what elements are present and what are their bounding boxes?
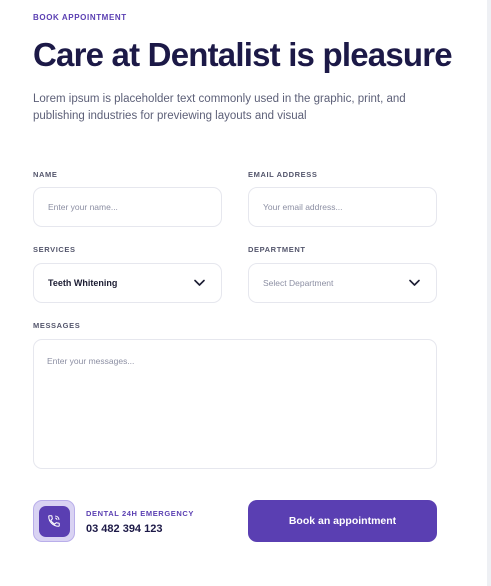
- section-eyebrow: BOOK APPOINTMENT: [33, 13, 127, 22]
- services-value: Teeth Whitening: [48, 278, 118, 288]
- name-label: NAME: [33, 170, 58, 179]
- department-label: DEPARTMENT: [248, 245, 306, 254]
- book-appointment-button[interactable]: Book an appointment: [248, 500, 437, 542]
- page-title: Care at Dentalist is pleasure: [33, 36, 453, 73]
- page-edge: [487, 0, 491, 586]
- name-input[interactable]: Enter your name...: [33, 187, 222, 227]
- chevron-down-icon: [409, 279, 420, 286]
- phone-icon: [48, 515, 60, 527]
- emergency-phone[interactable]: 03 482 394 123: [86, 523, 162, 535]
- department-value: Select Department: [263, 278, 334, 288]
- email-input[interactable]: Your email address...: [248, 187, 437, 227]
- services-select[interactable]: Teeth Whitening: [33, 263, 222, 303]
- email-label: EMAIL ADDRESS: [248, 170, 318, 179]
- emergency-label: DENTAL 24H EMERGENCY: [86, 509, 194, 518]
- page-description: Lorem ipsum is placeholder text commonly…: [33, 93, 406, 122]
- phone-icon-badge: [38, 505, 70, 537]
- email-placeholder: Your email address...: [263, 202, 343, 212]
- messages-textarea[interactable]: Enter your messages...: [33, 339, 437, 469]
- department-select[interactable]: Select Department: [248, 263, 437, 303]
- messages-label: MESSAGES: [33, 321, 81, 330]
- name-placeholder: Enter your name...: [48, 202, 118, 212]
- services-label: SERVICES: [33, 245, 76, 254]
- messages-placeholder: Enter your messages...: [47, 356, 135, 366]
- emergency-icon-box: [33, 500, 75, 542]
- chevron-down-icon: [194, 279, 205, 286]
